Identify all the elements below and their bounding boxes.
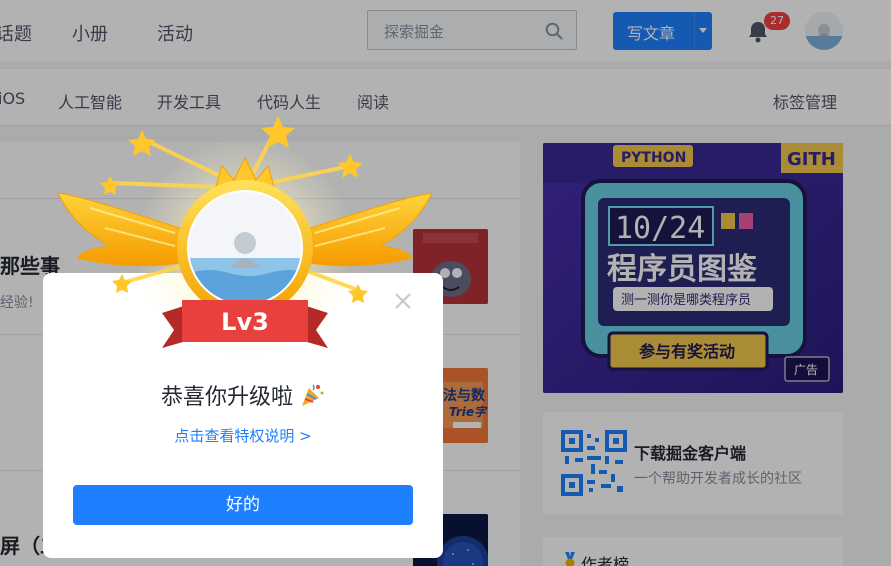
ok-button[interactable]: 好的: [73, 485, 413, 525]
level-badge-emblem: Lv3: [57, 116, 433, 358]
level-text: Lv3: [221, 308, 269, 336]
party-popper-icon: [302, 384, 324, 406]
congrats-text: 恭喜你升级啦: [160, 385, 293, 410]
congrats-message: 恭喜你升级啦: [43, 379, 443, 411]
privilege-link[interactable]: 点击查看特权说明 >: [43, 425, 443, 446]
